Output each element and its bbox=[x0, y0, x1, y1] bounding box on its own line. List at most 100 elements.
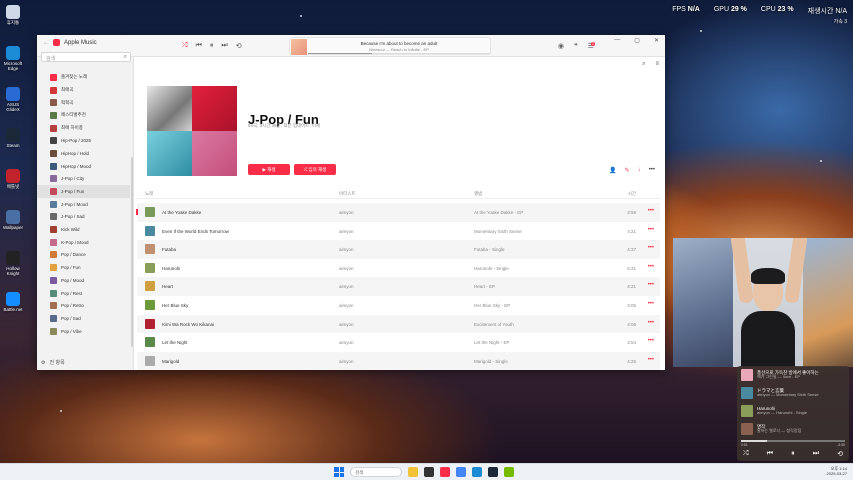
queue-icon[interactable]: ☰2 bbox=[588, 42, 595, 50]
pause-icon[interactable]: ⏸ bbox=[791, 450, 795, 458]
taskbar-search-input[interactable]: 검색 bbox=[350, 467, 402, 477]
column-time[interactable]: 시간 bbox=[628, 191, 636, 197]
edit-icon[interactable]: ✎ bbox=[625, 167, 630, 174]
desktop-icon[interactable]: 배틀넷 bbox=[2, 166, 24, 204]
queue-item[interactable]: ドラマと言葉 aimyon — Momentary Sixth Sense bbox=[737, 384, 849, 402]
steam-icon[interactable] bbox=[488, 467, 498, 477]
start-icon[interactable] bbox=[334, 467, 344, 477]
search-icon[interactable]: ⌕ bbox=[642, 61, 645, 68]
track-artist[interactable]: aimyon bbox=[339, 266, 354, 271]
sidebar-item[interactable]: Pop / Rest bbox=[37, 287, 130, 300]
more-icon[interactable]: ••• bbox=[648, 264, 654, 270]
play-button[interactable]: ▶ 재생 bbox=[248, 164, 290, 175]
sidebar-item[interactable]: Pop / Retro bbox=[37, 299, 130, 312]
desktop-icon[interactable]: ASUS GlideX bbox=[2, 84, 24, 122]
desktop-icon[interactable]: Battle.net bbox=[2, 289, 24, 327]
sidebar-item[interactable]: J-Pop / Fun bbox=[37, 185, 130, 198]
desktop-icon[interactable]: Hollow Knight bbox=[2, 248, 24, 286]
track-album[interactable]: Let the Night - EP bbox=[474, 340, 510, 345]
now-playing-progress[interactable] bbox=[308, 53, 490, 54]
column-artist[interactable]: 아티스트 bbox=[339, 191, 356, 197]
back-arrow-icon[interactable]: ← bbox=[43, 40, 49, 46]
more-icon[interactable]: ••• bbox=[648, 282, 654, 288]
terminal-icon[interactable] bbox=[424, 467, 434, 477]
sidebar-item[interactable]: K-Pop / Mood bbox=[37, 236, 130, 249]
more-icon[interactable]: ••• bbox=[648, 227, 654, 233]
next-icon[interactable]: ⏭ bbox=[813, 450, 819, 458]
desktop-icon[interactable]: Microsoft Edge bbox=[2, 43, 24, 81]
track-artist[interactable]: aimyon bbox=[339, 340, 354, 345]
close-icon[interactable]: ✕ bbox=[654, 37, 659, 44]
track-album[interactable]: Her Blue Sky - EP bbox=[474, 303, 510, 308]
repeat-icon[interactable]: ⟲ bbox=[236, 42, 242, 50]
track-artist[interactable]: aimyon bbox=[339, 247, 354, 252]
track-artist[interactable]: aimyon bbox=[339, 210, 354, 215]
track-artist[interactable]: aimyon bbox=[339, 322, 354, 327]
taskbar-clock[interactable]: 오후 1:14 2025-03-27 bbox=[827, 466, 847, 476]
track-artist[interactable]: aimyon bbox=[339, 229, 354, 234]
track-album[interactable]: Harunohi - Single bbox=[474, 266, 509, 271]
track-row[interactable]: Her Blue Sky aimyon Her Blue Sky - EP 3:… bbox=[137, 296, 660, 315]
next-icon[interactable]: ⏭ bbox=[221, 42, 227, 50]
sidebar-item[interactable]: Hip-Pop / 2025 bbox=[37, 134, 130, 147]
mini-player-progress[interactable] bbox=[741, 440, 845, 442]
sidebar-scrollbar[interactable] bbox=[131, 157, 133, 347]
column-album[interactable]: 앨범 bbox=[474, 191, 482, 197]
more-icon[interactable]: ••• bbox=[648, 357, 654, 363]
more-icon[interactable]: ••• bbox=[648, 320, 654, 326]
airplay-icon[interactable]: ◉ bbox=[558, 42, 564, 50]
track-artist[interactable]: aimyon bbox=[339, 284, 354, 289]
sidebar-item[interactable]: 최애곡 bbox=[37, 84, 130, 97]
queue-item[interactable]: 명작 말하는 멜로디 — 청각장점 bbox=[737, 420, 849, 438]
queue-item[interactable]: 풍선으로 가득찬 방에서 좋아하는 에기 그린필 — Iluce - EP bbox=[737, 366, 849, 384]
lyrics-icon[interactable]: ❝ bbox=[574, 42, 578, 50]
more-icon[interactable]: ••• bbox=[649, 167, 655, 174]
track-row[interactable]: Futaba aimyon Futaba - Single 4:37 ••• bbox=[137, 240, 660, 259]
shuffle-button[interactable]: ⤮ 임의 재생 bbox=[294, 164, 336, 175]
more-icon[interactable]: ••• bbox=[648, 208, 654, 214]
track-row[interactable]: Heart aimyon Heart - EP 4:21 ••• bbox=[137, 277, 660, 296]
track-album[interactable]: Marigold - Single bbox=[474, 359, 508, 364]
sidebar-item[interactable]: J-Pop / Mood bbox=[37, 198, 130, 211]
file-explorer-icon[interactable] bbox=[408, 467, 418, 477]
maximize-icon[interactable]: ▢ bbox=[634, 37, 640, 44]
track-row[interactable]: Let the Night aimyon Let the Night - EP … bbox=[137, 333, 660, 352]
add-user-icon[interactable]: 👤 bbox=[609, 167, 616, 174]
desktop-icon[interactable]: 휴지통 bbox=[2, 2, 24, 40]
sidebar-footer[interactable]: ⚙ 전 항목 bbox=[41, 359, 65, 367]
previous-icon[interactable]: ⏮ bbox=[196, 42, 202, 50]
track-album[interactable]: Futaba - Single bbox=[474, 247, 505, 252]
music-icon[interactable] bbox=[440, 467, 450, 477]
sidebar-item[interactable]: 퍽퍽곡 bbox=[37, 96, 130, 109]
search-input[interactable]: 검색 ⌕ bbox=[41, 52, 131, 62]
track-row[interactable]: Marigold aimyon Marigold - Single 4:25 •… bbox=[137, 351, 660, 371]
desktop-icon[interactable]: Steam bbox=[2, 125, 24, 163]
track-artist[interactable]: aimyon bbox=[339, 359, 354, 364]
sidebar-item[interactable]: 페스티벌추천 bbox=[37, 109, 130, 122]
pause-icon[interactable]: ⏸ bbox=[210, 42, 214, 50]
sidebar-item[interactable]: 최애 하이퐁 bbox=[37, 122, 130, 135]
previous-icon[interactable]: ⏮ bbox=[767, 450, 773, 458]
sidebar-item[interactable]: Pop / Vibe bbox=[37, 325, 130, 338]
menu-icon[interactable]: ≡ bbox=[655, 61, 659, 68]
queue-item[interactable]: Harunohi aimyon — Harunohi - Single bbox=[737, 402, 849, 420]
track-album[interactable]: Heart - EP bbox=[474, 284, 495, 289]
repeat-icon[interactable]: ⟲ bbox=[837, 450, 843, 458]
track-row[interactable]: At the Yoake Dakke aimyon At the Yoake D… bbox=[136, 203, 660, 222]
track-row[interactable]: Kimi Wa Rock Wo Kikanai aimyon Excitemen… bbox=[137, 314, 660, 334]
download-icon[interactable]: ↓ bbox=[638, 167, 641, 174]
edge-icon[interactable] bbox=[472, 467, 482, 477]
track-row[interactable]: Even If the World Ends Tomorrow aimyon M… bbox=[137, 222, 660, 241]
track-row[interactable]: Harunohi aimyon Harunohi - Single 5:21 •… bbox=[137, 259, 660, 278]
shuffle-icon[interactable]: ⤮ bbox=[743, 450, 749, 458]
shuffle-icon[interactable]: ⤮ bbox=[182, 42, 188, 50]
more-icon[interactable]: ••• bbox=[648, 301, 654, 307]
track-artist[interactable]: aimyon bbox=[339, 303, 354, 308]
sidebar-item[interactable]: Pop / Mood bbox=[37, 274, 130, 287]
sidebar-item[interactable]: J-Pop / City bbox=[37, 173, 130, 186]
browser-chrome-icon[interactable] bbox=[456, 467, 466, 477]
sidebar-item[interactable]: Pop / Dance bbox=[37, 249, 130, 262]
sidebar-item[interactable]: HipHop / Hold bbox=[37, 147, 130, 160]
more-icon[interactable]: ••• bbox=[648, 245, 654, 251]
minimize-icon[interactable]: — bbox=[614, 37, 620, 44]
